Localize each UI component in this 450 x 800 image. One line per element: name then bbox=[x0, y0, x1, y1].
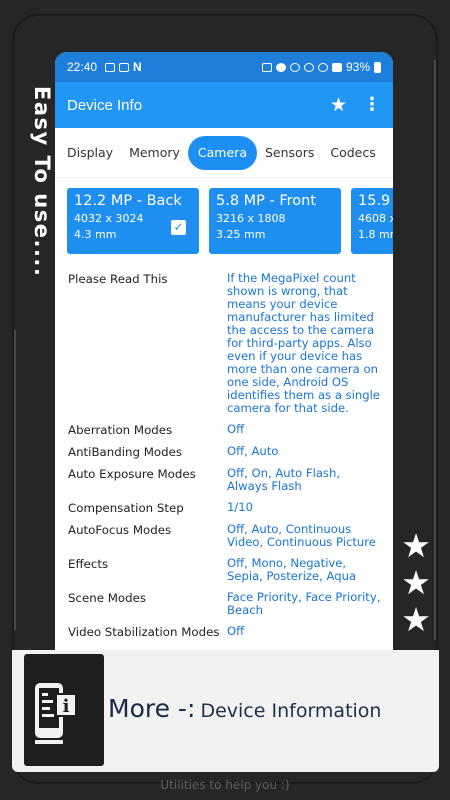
camera-card-focal-length: 3.25 mm bbox=[216, 228, 266, 241]
info-row-label: Compensation Step bbox=[68, 500, 184, 515]
frame-accent-left bbox=[14, 330, 16, 630]
info-row-value: Off bbox=[227, 623, 245, 638]
info-row-value: Off bbox=[227, 421, 245, 436]
promo-banner: i More -: Device Information bbox=[12, 650, 439, 772]
info-row: Please Read This If the MegaPixel count … bbox=[68, 272, 381, 415]
camera-card-focal-length: 1.8 mm bbox=[358, 228, 393, 241]
info-row-label: AntiBanding Modes bbox=[68, 444, 183, 459]
camera-card-third[interactable]: 15.9 MP 4608 x 3456 1.8 mm bbox=[351, 188, 393, 254]
info-row-label: Please Read This bbox=[68, 272, 168, 286]
info-row-value: Face Priority, Face Priority, Beach bbox=[227, 589, 381, 617]
info-row-value: Off, Auto, Continuous Video, Continuous … bbox=[227, 521, 376, 549]
info-row: Scene Modes Face Priority, Face Priority… bbox=[68, 589, 381, 617]
info-row-label: Scene Modes bbox=[68, 590, 147, 605]
camera-card-title: 15.9 MP bbox=[358, 193, 393, 209]
dnd-icon bbox=[317, 62, 328, 72]
info-row-value: Off, Mono, Negative, Sepia, Posterize, A… bbox=[227, 555, 357, 583]
app-actions: ★ ⋮ bbox=[330, 95, 381, 115]
camera-info-list: Please Read This If the MegaPixel count … bbox=[55, 266, 393, 639]
tagline: Utilities to help you :) bbox=[160, 778, 290, 792]
favorite-star-icon[interactable]: ★ bbox=[330, 95, 347, 115]
device-info-icon: i bbox=[35, 683, 77, 744]
camera-card-back[interactable]: 12.2 MP - Back 4032 x 3024 4.3 mm ✓ bbox=[67, 188, 199, 254]
info-row-label: Aberration Modes bbox=[68, 422, 173, 437]
info-row: Compensation Step 1/10 bbox=[68, 499, 381, 515]
info-row: Auto Exposure Modes Off, On, Auto Flash,… bbox=[68, 465, 381, 493]
camera-card-resolution: 3216 x 1808 bbox=[216, 212, 286, 225]
camera-card-front[interactable]: 5.8 MP - Front 3216 x 1808 3.25 mm bbox=[209, 188, 341, 254]
info-row-value: Off, On, Auto Flash, Always Flash bbox=[227, 465, 340, 493]
info-row-label: Auto Exposure Modes bbox=[68, 466, 196, 481]
battery-icon bbox=[374, 61, 381, 73]
star-icon: ★ bbox=[401, 600, 431, 639]
banner-more-label: More -: bbox=[108, 694, 196, 723]
info-row: Aberration Modes Off bbox=[68, 421, 381, 437]
camera-card-title: 12.2 MP - Back bbox=[74, 193, 182, 209]
app-title: Device Info bbox=[67, 96, 143, 114]
frame-accent-right bbox=[434, 60, 436, 640]
info-row-label: Video Stabilization Modes bbox=[68, 624, 220, 639]
alarm-icon bbox=[275, 62, 286, 72]
battery-percent: 93% bbox=[345, 60, 370, 74]
info-row: Effects Off, Mono, Negative, Sepia, Post… bbox=[68, 555, 381, 583]
camera-card-list: 12.2 MP - Back 4032 x 3024 4.3 mm ✓ 5.8 … bbox=[55, 178, 393, 266]
notification-icons: N bbox=[105, 60, 142, 74]
location-icon bbox=[289, 62, 300, 72]
info-row-value: 1/10 bbox=[227, 499, 254, 514]
tab-camera[interactable]: Camera bbox=[187, 135, 257, 170]
screen-notification-icon bbox=[119, 62, 130, 72]
tab-memory[interactable]: Memory bbox=[121, 136, 188, 170]
banner-title: Device Information bbox=[200, 700, 382, 722]
info-row-value: Off, Auto bbox=[227, 443, 279, 458]
star-icon: ★ bbox=[401, 563, 431, 602]
side-title: Easy To use.... bbox=[30, 86, 54, 278]
info-row: AutoFocus Modes Off, Auto, Continuous Vi… bbox=[68, 521, 381, 549]
tab-bar: Display Memory Camera Sensors Codecs bbox=[55, 128, 393, 178]
status-time: 22:40 bbox=[67, 60, 98, 74]
banner-text: More -: Device Information bbox=[108, 694, 381, 723]
camera-card-resolution: 4608 x 3456 bbox=[358, 212, 393, 225]
app-notification-icon: N bbox=[133, 60, 142, 74]
camera-card-title: 5.8 MP - Front bbox=[216, 193, 317, 209]
tab-display[interactable]: Display bbox=[59, 136, 121, 170]
svg-text:i: i bbox=[63, 696, 70, 717]
checkbox-checked-icon[interactable]: ✓ bbox=[171, 220, 186, 235]
tab-codecs[interactable]: Codecs bbox=[322, 136, 383, 170]
image-notification-icon bbox=[105, 62, 116, 72]
star-icon: ★ bbox=[401, 526, 431, 565]
wifi-icon bbox=[303, 62, 314, 72]
info-row: AntiBanding Modes Off, Auto bbox=[68, 443, 381, 459]
info-row-label: AutoFocus Modes bbox=[68, 522, 172, 537]
tab-sensors[interactable]: Sensors bbox=[257, 136, 322, 170]
app-bar: Device Info ★ ⋮ bbox=[55, 82, 393, 128]
lock-icon bbox=[261, 62, 272, 72]
phone-screen: 22:40 N 93% Device Info ★ ⋮ Display Memo… bbox=[55, 52, 393, 662]
info-row-label: Effects bbox=[68, 556, 109, 571]
info-row-value: If the MegaPixel count shown is wrong, t… bbox=[227, 271, 380, 415]
app-logo: i bbox=[24, 654, 104, 766]
status-bar: 22:40 N 93% bbox=[55, 52, 393, 82]
rating-stars: ★ ★ ★ bbox=[398, 527, 434, 638]
signal-icon bbox=[331, 62, 342, 72]
system-icons: 93% bbox=[261, 60, 381, 74]
info-row: Video Stabilization Modes Off bbox=[68, 623, 381, 639]
more-options-icon[interactable]: ⋮ bbox=[363, 96, 381, 114]
